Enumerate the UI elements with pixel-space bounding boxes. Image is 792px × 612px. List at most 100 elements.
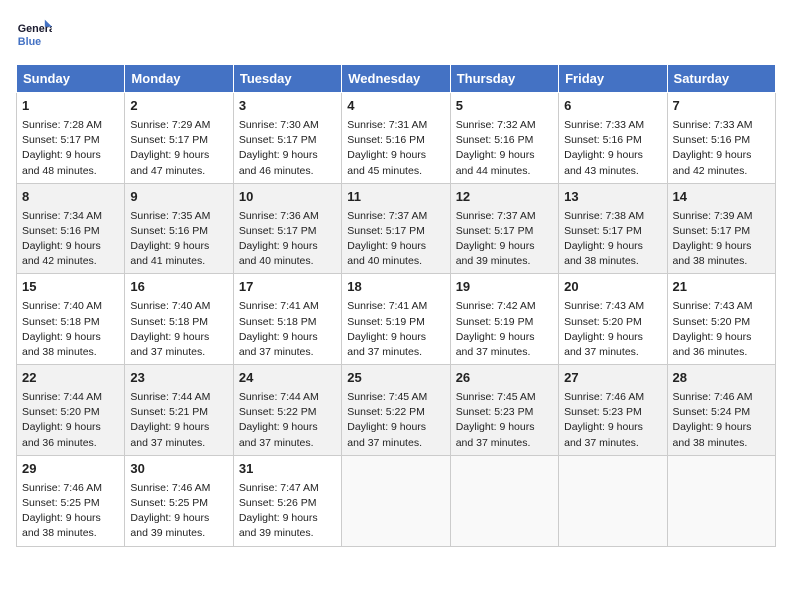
calendar-body: 1Sunrise: 7:28 AMSunset: 5:17 PMDaylight… [17,93,776,547]
day-info: Daylight: 9 hours and 38 minutes. [22,330,119,360]
calendar-cell: 16 Sunrise: 7:40 AMSunset: 5:18 PMDayligh… [125,274,233,365]
day-info: Sunset: 5:16 PM [564,133,661,148]
day-header-saturday: Saturday [667,65,775,93]
day-number: 1 [22,97,119,116]
calendar-cell: 17Sunrise: 7:41 AMSunset: 5:18 PMDayligh… [233,274,341,365]
calendar-cell: 5Sunrise: 7:32 AMSunset: 5:16 PMDaylight… [450,93,558,184]
day-info: Sunrise: 7:45 AM [347,390,444,405]
day-info: Sunset: 5:18 PM [239,315,336,330]
day-info: Sunset: 5:16 PM [347,133,444,148]
day-number: 12 [456,188,553,207]
calendar-cell: 23Sunrise: 7:44 AMSunset: 5:21 PMDayligh… [125,365,233,456]
day-header-friday: Friday [559,65,667,93]
day-info: Sunset: 5:16 PM [673,133,770,148]
calendar-cell: 29Sunrise: 7:46 AMSunset: 5:25 PMDayligh… [17,455,125,546]
day-number: 8 [22,188,119,207]
day-header-thursday: Thursday [450,65,558,93]
day-info: Sunset: 5:18 PM [130,315,227,330]
day-info: Daylight: 9 hours and 36 minutes. [673,330,770,360]
day-info: Daylight: 9 hours and 38 minutes. [673,239,770,269]
day-info: Daylight: 9 hours and 37 minutes. [130,330,227,360]
day-info: Sunrise: 7:46 AM [130,481,227,496]
day-info: Sunrise: 7:35 AM [130,209,227,224]
day-info: Sunrise: 7:41 AM [239,299,336,314]
day-number: 16 [130,278,227,297]
day-info: Sunrise: 7:41 AM [347,299,444,314]
day-info: Sunrise: 7:40 AM [22,299,119,314]
day-info: Sunset: 5:20 PM [564,315,661,330]
day-info: Sunset: 5:19 PM [456,315,553,330]
day-number: 6 [564,97,661,116]
calendar-cell: 13Sunrise: 7:38 AMSunset: 5:17 PMDayligh… [559,183,667,274]
calendar-cell: 4Sunrise: 7:31 AMSunset: 5:16 PMDaylight… [342,93,450,184]
day-info: Sunrise: 7:46 AM [22,481,119,496]
day-info: Daylight: 9 hours and 37 minutes. [130,420,227,450]
day-number: 11 [347,188,444,207]
day-info: Daylight: 9 hours and 39 minutes. [456,239,553,269]
calendar-cell [667,455,775,546]
day-header-sunday: Sunday [17,65,125,93]
day-info: Sunrise: 7:37 AM [347,209,444,224]
calendar-cell: 8Sunrise: 7:34 AMSunset: 5:16 PMDaylight… [17,183,125,274]
week-row-1: 1Sunrise: 7:28 AMSunset: 5:17 PMDaylight… [17,93,776,184]
day-info: Sunset: 5:23 PM [564,405,661,420]
logo-icon: General Blue [16,16,52,52]
calendar-cell: 1Sunrise: 7:28 AMSunset: 5:17 PMDaylight… [17,93,125,184]
day-info: Sunset: 5:17 PM [130,133,227,148]
calendar-cell: 24Sunrise: 7:44 AMSunset: 5:22 PMDayligh… [233,365,341,456]
day-number: 26 [456,369,553,388]
day-number: 2 [130,97,227,116]
day-info: Sunrise: 7:44 AM [22,390,119,405]
calendar-cell [450,455,558,546]
day-info: Sunrise: 7:46 AM [673,390,770,405]
calendar-cell: 31Sunrise: 7:47 AMSunset: 5:26 PMDayligh… [233,455,341,546]
day-info: Sunset: 5:21 PM [130,405,227,420]
day-info: Daylight: 9 hours and 46 minutes. [239,148,336,178]
calendar-cell: 12Sunrise: 7:37 AMSunset: 5:17 PMDayligh… [450,183,558,274]
day-info: Daylight: 9 hours and 37 minutes. [564,330,661,360]
day-info: Sunset: 5:22 PM [239,405,336,420]
calendar-cell: 2Sunrise: 7:29 AMSunset: 5:17 PMDaylight… [125,93,233,184]
week-row-5: 29Sunrise: 7:46 AMSunset: 5:25 PMDayligh… [17,455,776,546]
day-info: Daylight: 9 hours and 37 minutes. [456,420,553,450]
week-row-2: 8Sunrise: 7:34 AMSunset: 5:16 PMDaylight… [17,183,776,274]
day-info: Sunset: 5:26 PM [239,496,336,511]
calendar-cell: 14Sunrise: 7:39 AMSunset: 5:17 PMDayligh… [667,183,775,274]
day-info: Sunset: 5:25 PM [22,496,119,511]
day-info: Daylight: 9 hours and 44 minutes. [456,148,553,178]
day-info: Sunrise: 7:29 AM [130,118,227,133]
day-info: Sunrise: 7:43 AM [673,299,770,314]
day-info: Sunrise: 7:33 AM [564,118,661,133]
day-info: Daylight: 9 hours and 38 minutes. [22,511,119,541]
day-info: Sunrise: 7:47 AM [239,481,336,496]
day-info: Daylight: 9 hours and 42 minutes. [22,239,119,269]
day-info: Daylight: 9 hours and 39 minutes. [130,511,227,541]
day-info: Sunrise: 7:32 AM [456,118,553,133]
day-number: 30 [130,460,227,479]
day-number: 15 [22,278,119,297]
day-number: 22 [22,369,119,388]
day-number: 27 [564,369,661,388]
day-info: Sunrise: 7:40 AM [130,299,227,314]
day-info: Sunset: 5:17 PM [239,224,336,239]
day-header-monday: Monday [125,65,233,93]
day-info: Daylight: 9 hours and 37 minutes. [239,420,336,450]
day-number: 9 [130,188,227,207]
day-number: 13 [564,188,661,207]
calendar-cell: 18Sunrise: 7:41 AMSunset: 5:19 PMDayligh… [342,274,450,365]
day-info: Sunset: 5:20 PM [673,315,770,330]
day-info: Daylight: 9 hours and 45 minutes. [347,148,444,178]
day-number: 28 [673,369,770,388]
calendar-cell [559,455,667,546]
day-info: Sunset: 5:25 PM [130,496,227,511]
day-info: Sunrise: 7:39 AM [673,209,770,224]
day-info: Sunrise: 7:43 AM [564,299,661,314]
day-info: Sunrise: 7:36 AM [239,209,336,224]
calendar-cell: 26Sunrise: 7:45 AMSunset: 5:23 PMDayligh… [450,365,558,456]
day-info: Daylight: 9 hours and 38 minutes. [564,239,661,269]
calendar-cell: 10Sunrise: 7:36 AMSunset: 5:17 PMDayligh… [233,183,341,274]
day-info: Sunset: 5:22 PM [347,405,444,420]
calendar-cell: 11Sunrise: 7:37 AMSunset: 5:17 PMDayligh… [342,183,450,274]
calendar-cell: 22Sunrise: 7:44 AMSunset: 5:20 PMDayligh… [17,365,125,456]
calendar-cell: 28Sunrise: 7:46 AMSunset: 5:24 PMDayligh… [667,365,775,456]
